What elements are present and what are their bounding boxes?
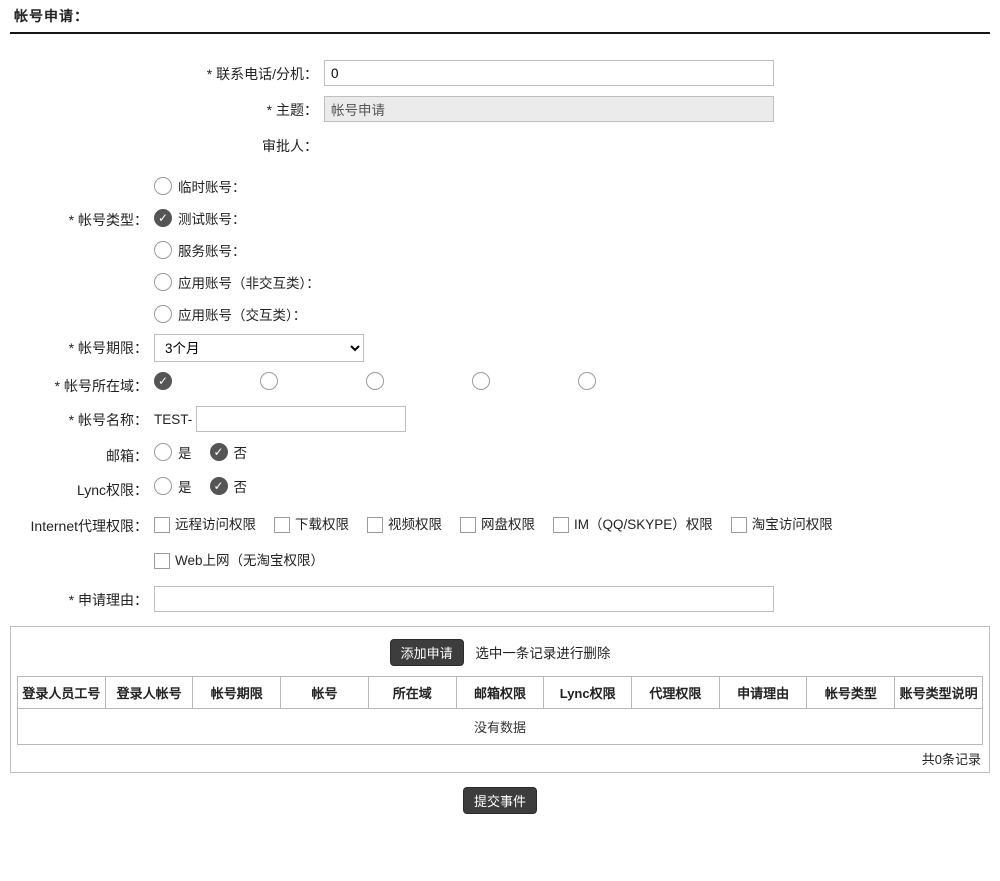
checkbox-icon	[460, 517, 476, 533]
period-select[interactable]: 3个月	[154, 334, 364, 362]
chk-web-no-taobao-label: Web上网（无淘宝权限）	[175, 546, 324, 576]
radio-icon	[154, 177, 172, 195]
radio-icon	[472, 372, 490, 390]
mail-label: 邮箱：	[14, 442, 154, 466]
radio-icon	[366, 372, 384, 390]
radio-icon	[154, 305, 172, 323]
account-name-prefix: TEST-	[154, 412, 192, 427]
chk-im[interactable]: IM（QQ/SKYPE）权限	[553, 510, 713, 540]
lync-no-radio[interactable]: 否	[210, 476, 248, 496]
mail-no-label: 否	[234, 442, 248, 462]
domain-radio-4[interactable]	[472, 372, 496, 390]
submit-button[interactable]: 提交事件	[463, 787, 537, 814]
radio-icon	[260, 372, 278, 390]
lync-yes-radio[interactable]: 是	[154, 476, 192, 496]
lync-yes-label: 是	[178, 476, 192, 496]
divider	[10, 32, 990, 34]
chk-taobao-label: 淘宝访问权限	[752, 510, 833, 540]
account-type-test-label: 测试账号：	[178, 208, 246, 228]
account-type-test-radio[interactable]: 测试账号：	[154, 208, 320, 228]
proxy-label: Internet代理权限：	[14, 510, 154, 536]
col-employee-id: 登录人员工号	[18, 677, 106, 709]
checkbox-icon	[274, 517, 290, 533]
chk-video-label: 视频权限	[388, 510, 442, 540]
domain-radio-2[interactable]	[260, 372, 284, 390]
chk-im-label: IM（QQ/SKYPE）权限	[574, 510, 713, 540]
chk-remote-access[interactable]: 远程访问权限	[154, 510, 256, 540]
radio-icon	[210, 477, 228, 495]
requests-section: 添加申请 选中一条记录进行删除 登录人员工号 登录人帐号 帐号期限 帐号 所在域…	[10, 626, 990, 773]
radio-icon	[578, 372, 596, 390]
chk-netdisk[interactable]: 网盘权限	[460, 510, 535, 540]
col-login-account: 登录人帐号	[105, 677, 193, 709]
account-type-label: * 帐号类型：	[14, 176, 154, 230]
col-account: 帐号	[281, 677, 369, 709]
approver-label: 审批人：	[184, 132, 324, 156]
account-name-label: * 帐号名称：	[14, 406, 154, 430]
chk-download[interactable]: 下载权限	[274, 510, 349, 540]
account-type-app-interactive-label: 应用账号（交互类）：	[178, 304, 306, 324]
checkbox-icon	[553, 517, 569, 533]
delete-hint: 选中一条记录进行删除	[475, 646, 610, 661]
checkbox-icon	[367, 517, 383, 533]
lync-no-label: 否	[234, 476, 248, 496]
domain-radio-1[interactable]	[154, 372, 178, 390]
chk-web-no-taobao[interactable]: Web上网（无淘宝权限）	[154, 546, 324, 576]
table-empty-cell: 没有数据	[18, 709, 983, 745]
col-mail-perm: 邮箱权限	[456, 677, 544, 709]
col-domain: 所在域	[368, 677, 456, 709]
reason-input[interactable]	[154, 586, 774, 612]
radio-icon	[154, 372, 172, 390]
checkbox-icon	[731, 517, 747, 533]
record-count: 共0条记录	[17, 749, 981, 768]
page-title: 帐号申请：	[14, 6, 990, 26]
mail-yes-label: 是	[178, 442, 192, 462]
radio-icon	[154, 241, 172, 259]
chk-netdisk-label: 网盘权限	[481, 510, 535, 540]
account-type-temp-radio[interactable]: 临时账号：	[154, 176, 320, 196]
account-type-temp-label: 临时账号：	[178, 176, 246, 196]
col-acct-type-desc: 账号类型说明	[895, 677, 983, 709]
mail-yes-radio[interactable]: 是	[154, 442, 192, 462]
phone-input[interactable]	[324, 60, 774, 86]
col-period: 帐号期限	[193, 677, 281, 709]
account-request-form: * 联系电话/分机： * 主题： 审批人： * 帐号类型： 临时账号： 测试账号…	[10, 60, 990, 612]
radio-icon	[154, 443, 172, 461]
chk-taobao[interactable]: 淘宝访问权限	[731, 510, 833, 540]
phone-label: * 联系电话/分机：	[184, 60, 324, 84]
subject-label: * 主题：	[184, 96, 324, 120]
account-type-app-interactive-radio[interactable]: 应用账号（交互类）：	[154, 304, 320, 324]
col-lync-perm: Lync权限	[544, 677, 632, 709]
checkbox-icon	[154, 517, 170, 533]
col-acct-type: 帐号类型	[807, 677, 895, 709]
radio-icon	[154, 209, 172, 227]
add-request-button[interactable]: 添加申请	[390, 639, 464, 666]
account-type-service-label: 服务账号：	[178, 240, 246, 260]
account-type-app-noninteractive-radio[interactable]: 应用账号（非交互类）：	[154, 272, 320, 292]
account-type-service-radio[interactable]: 服务账号：	[154, 240, 320, 260]
radio-icon	[210, 443, 228, 461]
domain-label: * 帐号所在域：	[14, 372, 154, 396]
radio-icon	[154, 273, 172, 291]
checkbox-icon	[154, 553, 170, 569]
lync-label: Lync权限：	[14, 476, 154, 500]
period-label: * 帐号期限：	[14, 334, 154, 358]
reason-label: * 申请理由：	[14, 586, 154, 610]
subject-input	[324, 96, 774, 122]
table-header-row: 登录人员工号 登录人帐号 帐号期限 帐号 所在域 邮箱权限 Lync权限 代理权…	[18, 677, 983, 709]
radio-icon	[154, 477, 172, 495]
table-empty-row: 没有数据	[18, 709, 983, 745]
domain-radio-3[interactable]	[366, 372, 390, 390]
chk-video[interactable]: 视频权限	[367, 510, 442, 540]
requests-table: 登录人员工号 登录人帐号 帐号期限 帐号 所在域 邮箱权限 Lync权限 代理权…	[17, 676, 983, 745]
chk-download-label: 下载权限	[295, 510, 349, 540]
col-proxy-perm: 代理权限	[632, 677, 720, 709]
domain-radio-5[interactable]	[578, 372, 602, 390]
col-reason: 申请理由	[719, 677, 807, 709]
account-name-input[interactable]	[196, 406, 406, 432]
chk-remote-access-label: 远程访问权限	[175, 510, 256, 540]
account-type-app-noninteractive-label: 应用账号（非交互类）：	[178, 272, 320, 292]
mail-no-radio[interactable]: 否	[210, 442, 248, 462]
